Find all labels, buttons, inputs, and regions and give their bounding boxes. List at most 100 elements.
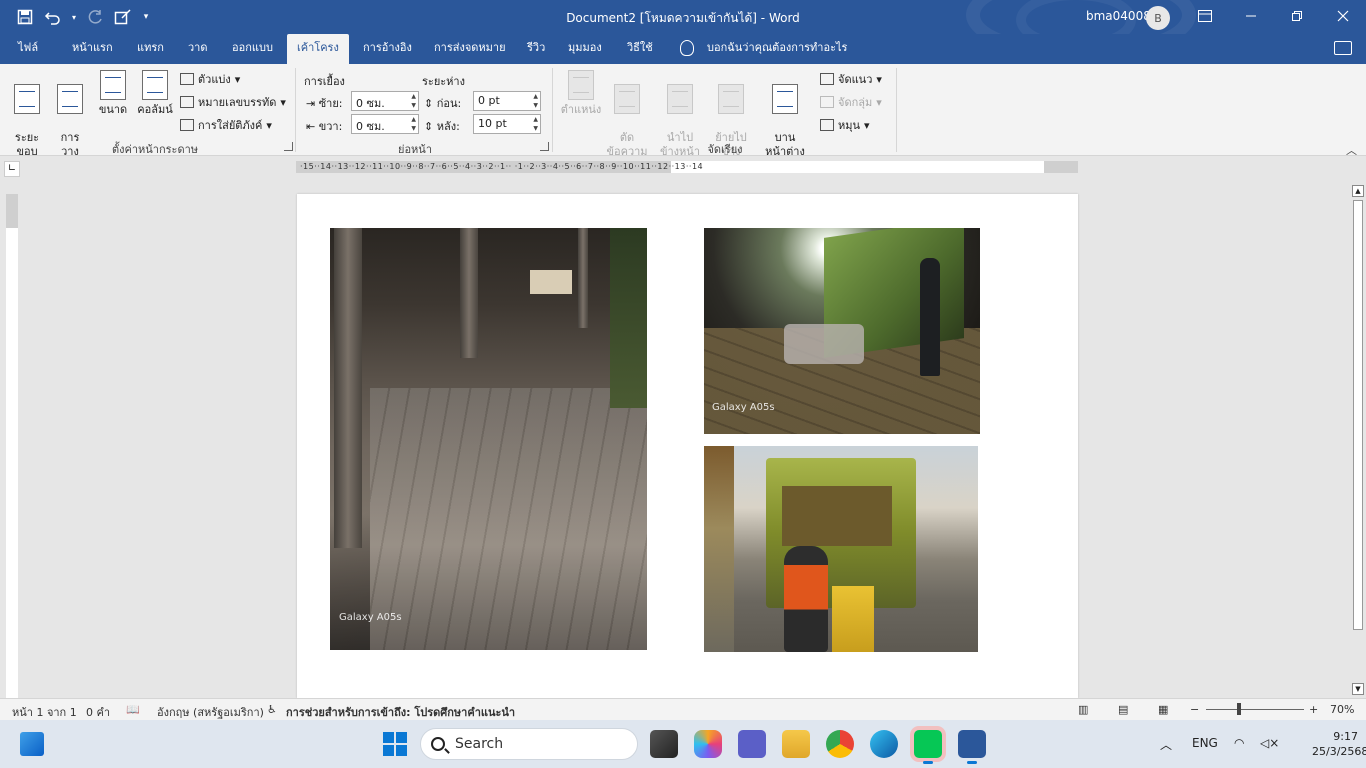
task-view-icon[interactable] [650,730,678,758]
print-layout-icon[interactable]: ▤ [1118,703,1128,716]
indent-left-text: ซ้าย: [318,97,343,110]
clock[interactable]: 9:17 25/3/2568 [1312,729,1366,759]
garbage-truck-day-photo[interactable] [704,446,978,652]
tab-design[interactable]: ออกแบบ [222,34,283,64]
zoom-slider[interactable] [1206,709,1304,710]
margins-label: ระยะ ขอบ [14,131,40,158]
photo-worker [784,546,828,652]
word-count[interactable]: 0 คำ [86,703,110,721]
volume-muted-icon[interactable]: ◁× [1260,736,1279,750]
wrap-text-button[interactable]: ตัด ข้อความ [602,70,652,159]
tab-selector-icon[interactable]: ∟ [4,161,20,177]
line-icon[interactable] [914,730,942,764]
vertical-ruler[interactable]: ·1··1··2··3··4··5··6··7··8··9··10··11··1… [6,194,18,698]
tab-help[interactable]: วิธีใช้ [617,34,663,64]
indent-right-field[interactable]: 0 ซม. ▲ ▼ [351,114,419,134]
chrome-icon[interactable] [826,730,854,758]
input-language[interactable]: ENG [1192,736,1218,750]
photo-pillar [578,228,588,328]
widgets-icon[interactable] [20,732,44,756]
hyphenation-button[interactable]: การใส่ยัติภังค์ ▾ [180,116,272,134]
margins-icon [14,84,40,114]
clock-date: 25/3/2568 [1312,745,1366,758]
file-explorer-icon[interactable] [782,730,810,758]
scroll-thumb[interactable] [1353,200,1363,630]
page-count[interactable]: หน้า 1 จาก 1 [12,703,77,721]
horizontal-ruler[interactable]: ·15··14··13··12··11··10··9··8··7··6··5··… [296,161,1078,173]
search-icon [431,737,445,751]
word-icon[interactable] [958,730,986,764]
tab-mailings[interactable]: การส่งจดหมาย [424,34,516,64]
tab-references[interactable]: การอ้างอิง [353,34,422,64]
comments-icon[interactable] [1334,41,1352,55]
columns-button[interactable]: คอลัมน์ [136,70,174,117]
document-page[interactable]: Galaxy A05s Galaxy A05s [297,194,1078,698]
sidewalk-photo[interactable]: Galaxy A05s [330,228,647,650]
spin-arrows-icon[interactable]: ▲ ▼ [533,115,538,133]
align-button[interactable]: จัดแนว ▾ [820,70,882,88]
garbage-truck-night-photo[interactable]: Galaxy A05s [704,228,980,434]
copilot-icon[interactable] [694,730,722,758]
page-setup-launcher-icon[interactable] [284,142,293,151]
paragraph-launcher-icon[interactable] [540,142,549,151]
indent-right-icon: ⇤ [306,120,316,133]
web-layout-icon[interactable]: ▦ [1158,703,1168,716]
spacing-before-label: ⇕ ก่อน: [424,94,461,112]
accessibility-status[interactable]: การช่วยสำหรับการเข้าถึง: โปรดศึกษาคำแนะน… [286,703,515,721]
scroll-up-icon[interactable]: ▲ [1352,185,1364,197]
tab-insert[interactable]: แทรก [127,34,174,64]
read-mode-icon[interactable]: ▥ [1078,703,1088,716]
tab-home[interactable]: หน้าแรก [62,34,123,64]
minimize-icon[interactable] [1228,0,1274,32]
taskbar-search[interactable]: Search [420,728,638,760]
breaks-label: ตัวแบ่ง [198,73,231,86]
spacing-before-field[interactable]: 0 pt ▲ ▼ [473,91,541,111]
teams-icon[interactable] [738,730,766,758]
ruler-right-margin [1044,161,1078,173]
tab-view[interactable]: มุมมอง [558,34,612,64]
line-numbers-button[interactable]: หมายเลขบรรทัด ▾ [180,93,286,111]
selection-pane-icon [772,84,798,114]
indent-left-value: 0 ซม. [356,97,385,110]
chevron-down-icon: ▾ [280,95,286,109]
language-indicator[interactable]: อังกฤษ (สหรัฐอเมริกา) [157,703,264,721]
indent-left-field[interactable]: 0 ซม. ▲ ▼ [351,91,419,111]
tell-me-search[interactable]: บอกฉันว่าคุณต้องการทำอะไร [697,34,857,64]
tab-file[interactable]: ไฟล์ [8,34,48,64]
zoom-in-icon[interactable]: + [1309,703,1318,716]
breaks-button[interactable]: ตัวแบ่ง ▾ [180,70,240,88]
size-button[interactable]: ขนาด [96,70,130,117]
vertical-scrollbar[interactable]: ▲ ▼ [1350,184,1366,696]
edge-icon[interactable] [870,730,898,758]
user-name[interactable]: bma04008 [1086,9,1151,23]
wifi-icon[interactable]: ◠ [1234,736,1244,750]
group-button[interactable]: จัดกลุ่ม ▾ [820,93,882,111]
position-button[interactable]: ตำแหน่ง [560,70,602,117]
collapse-ribbon-icon[interactable]: ︿ [1346,142,1357,158]
zoom-out-icon[interactable]: − [1190,703,1199,716]
rotate-button[interactable]: หมุน ▾ [820,116,870,134]
spin-arrows-icon[interactable]: ▲ ▼ [411,115,416,133]
chevron-down-icon: ▾ [234,72,241,86]
tab-draw[interactable]: วาด [178,34,218,64]
spacing-after-field[interactable]: 10 pt ▲ ▼ [473,114,541,134]
zoom-slider-thumb[interactable] [1237,703,1241,715]
start-icon[interactable] [383,732,407,756]
zoom-percentage[interactable]: 70% [1330,703,1354,716]
photo-plants [610,228,647,408]
tab-layout[interactable]: เค้าโครง [287,34,349,64]
close-icon[interactable] [1320,0,1366,32]
restore-icon[interactable] [1274,0,1320,32]
tab-review[interactable]: รีวิว [517,34,555,64]
scroll-down-icon[interactable]: ▼ [1352,683,1364,695]
avatar[interactable]: B [1146,6,1170,30]
show-hidden-icons-icon[interactable]: ︿ [1160,736,1172,753]
proofing-icon[interactable]: 📖 [126,703,140,716]
group-icon [820,96,834,108]
ribbon-display-options-icon[interactable] [1182,0,1228,32]
spin-arrows-icon[interactable]: ▲ ▼ [411,92,416,110]
indent-right-value: 0 ซม. [356,120,385,133]
spin-arrows-icon[interactable]: ▲ ▼ [533,92,538,110]
align-icon [820,73,834,85]
margins-button[interactable]: ระยะ ขอบ [10,70,44,159]
